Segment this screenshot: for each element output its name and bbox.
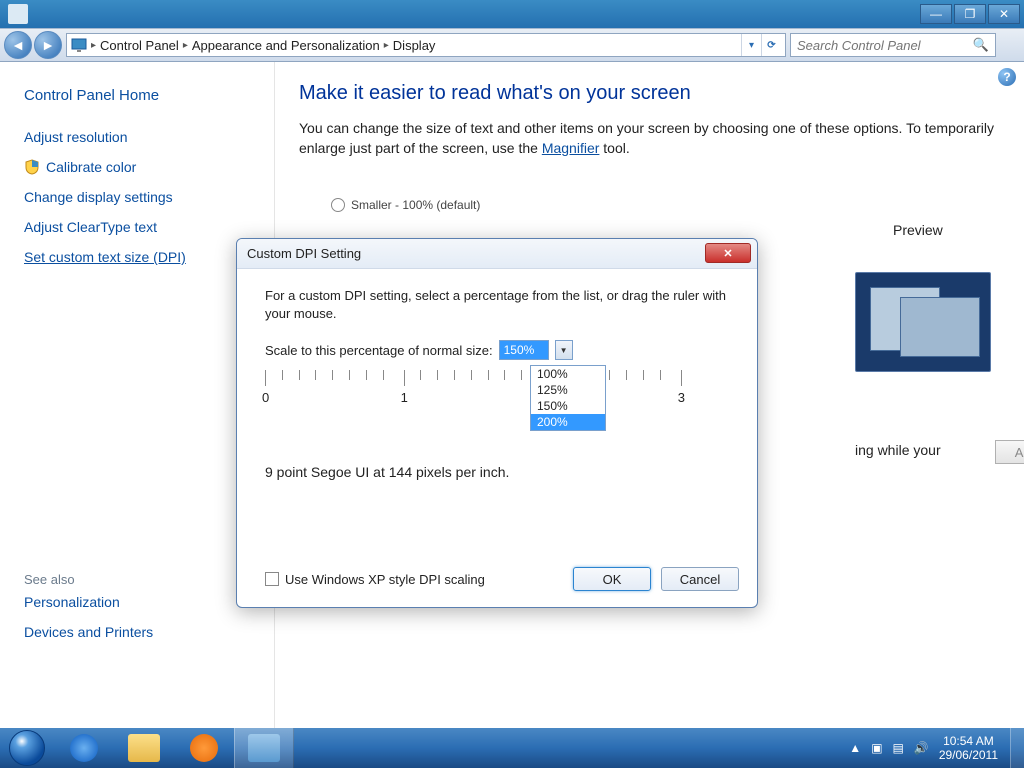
sidebar-devices-printers[interactable]: Devices and Printers — [24, 617, 262, 647]
minimize-button[interactable]: — — [920, 4, 952, 24]
control-panel-icon — [248, 734, 280, 762]
dialog-instructions: For a custom DPI setting, select a perce… — [265, 287, 729, 322]
sample-text: 9 point Segoe UI at 144 pixels per inch. — [265, 464, 729, 480]
address-dropdown-button[interactable]: ▾ — [741, 34, 761, 56]
maximize-button[interactable]: ❐ — [954, 4, 986, 24]
apply-note-truncated: ing while your — [855, 442, 985, 458]
monitor-icon — [71, 37, 87, 53]
media-player-icon — [190, 734, 218, 762]
see-also-heading: See also — [24, 572, 262, 587]
sidebar: Control Panel Home Adjust resolution Cal… — [0, 62, 275, 728]
help-button[interactable]: ? — [998, 68, 1016, 86]
option-100[interactable]: 100% — [531, 366, 605, 382]
combobox-dropdown-button[interactable]: ▼ — [555, 340, 573, 360]
option-125[interactable]: 125% — [531, 382, 605, 398]
cancel-button[interactable]: Cancel — [661, 567, 739, 591]
sidebar-adjust-cleartype[interactable]: Adjust ClearType text — [24, 212, 262, 242]
tray-show-hidden-icon[interactable]: ▲ — [849, 741, 861, 755]
shield-icon — [24, 159, 40, 175]
dialog-close-button[interactable]: ✕ — [705, 243, 751, 263]
control-panel-icon — [71, 37, 91, 53]
tray-network-icon[interactable]: ▤ — [893, 741, 904, 755]
tray-clock[interactable]: 10:54 AM 29/06/2011 — [939, 734, 1002, 763]
start-button[interactable] — [0, 728, 54, 768]
ie-icon — [70, 734, 98, 762]
refresh-button[interactable]: ⟳ — [761, 34, 781, 56]
scale-label: Scale to this percentage of normal size: — [265, 343, 493, 358]
ruler-label-0: 0 — [262, 390, 269, 405]
back-button[interactable]: ◄ — [4, 31, 32, 59]
show-desktop-button[interactable] — [1010, 728, 1024, 768]
sidebar-set-custom-dpi[interactable]: Set custom text size (DPI) — [24, 242, 262, 272]
recycle-bin-icon — [8, 4, 28, 24]
close-window-button[interactable]: ✕ — [988, 4, 1020, 24]
windows-orb-icon — [9, 730, 45, 766]
radio-icon[interactable] — [331, 198, 345, 212]
address-bar[interactable]: ▸ Control Panel ▸ Appearance and Persona… — [66, 33, 786, 57]
navigation-bar: ◄ ► ▸ Control Panel ▸ Appearance and Per… — [0, 28, 1024, 62]
search-box[interactable]: 🔍 — [790, 33, 996, 57]
dialog-titlebar[interactable]: Custom DPI Setting ✕ — [237, 239, 757, 269]
taskbar-media-player[interactable] — [174, 728, 234, 768]
breadcrumb-control-panel[interactable]: Control Panel — [96, 38, 183, 53]
option-150[interactable]: 150% — [531, 398, 605, 414]
preview-thumbnail — [855, 272, 991, 372]
option-200[interactable]: 200% — [531, 414, 605, 430]
preview-label: Preview — [893, 222, 943, 238]
sidebar-change-display-settings[interactable]: Change display settings — [24, 182, 262, 212]
checkbox-icon[interactable] — [265, 572, 279, 586]
page-title: Make it easier to read what's on your sc… — [299, 82, 1004, 105]
ruler-label-3: 3 — [678, 390, 685, 405]
sidebar-personalization[interactable]: Personalization — [24, 587, 262, 617]
scale-combobox[interactable]: 150% — [499, 340, 549, 360]
search-input[interactable] — [797, 38, 969, 53]
sidebar-adjust-resolution[interactable]: Adjust resolution — [24, 122, 262, 152]
tray-time: 10:54 AM — [939, 734, 998, 748]
taskbar-explorer[interactable] — [114, 728, 174, 768]
sidebar-calibrate-color[interactable]: Calibrate color — [46, 152, 136, 182]
taskbar-ie[interactable] — [54, 728, 114, 768]
page-description: You can change the size of text and othe… — [299, 119, 1004, 158]
breadcrumb-appearance[interactable]: Appearance and Personalization — [188, 38, 384, 53]
xp-scaling-label: Use Windows XP style DPI scaling — [285, 572, 485, 587]
system-tray: ▲ ▣ ▤ 🔊 10:54 AM 29/06/2011 — [841, 734, 1010, 763]
magnifier-link[interactable]: Magnifier — [542, 140, 600, 156]
taskbar: ▲ ▣ ▤ 🔊 10:54 AM 29/06/2011 — [0, 728, 1024, 768]
tray-date: 29/06/2011 — [939, 748, 998, 762]
forward-button[interactable]: ► — [34, 31, 62, 59]
dpi-ruler[interactable]: 0 1 3 — [265, 370, 685, 416]
folder-icon — [128, 734, 160, 762]
window-titlebar: — ❐ ✕ — [0, 0, 1024, 28]
ok-button[interactable]: OK — [573, 567, 651, 591]
taskbar-control-panel[interactable] — [234, 728, 294, 768]
apply-button[interactable]: Apply — [995, 440, 1024, 464]
control-panel-home-link[interactable]: Control Panel Home — [24, 80, 262, 122]
radio-smaller-label: Smaller - 100% (default) — [351, 198, 480, 212]
ruler-label-1: 1 — [401, 390, 408, 405]
radio-smaller-row[interactable]: Smaller - 100% (default) — [331, 198, 1004, 212]
breadcrumb-display[interactable]: Display — [389, 38, 440, 53]
custom-dpi-dialog: Custom DPI Setting ✕ For a custom DPI se… — [236, 238, 758, 608]
dialog-title-text: Custom DPI Setting — [247, 246, 361, 261]
tray-action-center-icon[interactable]: ▣ — [871, 741, 882, 755]
tray-volume-icon[interactable]: 🔊 — [914, 741, 929, 755]
scale-dropdown-list[interactable]: 100% 125% 150% 200% — [530, 365, 606, 431]
xp-scaling-checkbox-row[interactable]: Use Windows XP style DPI scaling — [265, 572, 485, 587]
search-icon[interactable]: 🔍 — [973, 37, 989, 53]
